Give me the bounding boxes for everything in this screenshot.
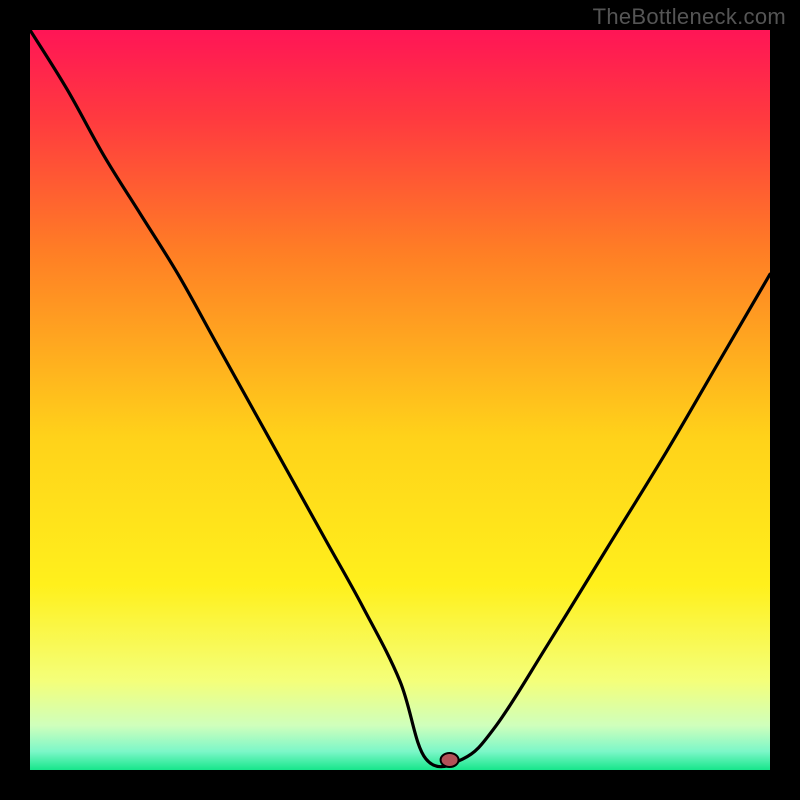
bottleneck-chart-svg xyxy=(30,30,770,770)
chart-frame: TheBottleneck.com xyxy=(0,0,800,800)
optimal-marker xyxy=(441,753,459,767)
plot-area xyxy=(30,30,770,770)
gradient-background xyxy=(30,30,770,770)
watermark-text: TheBottleneck.com xyxy=(593,4,786,30)
